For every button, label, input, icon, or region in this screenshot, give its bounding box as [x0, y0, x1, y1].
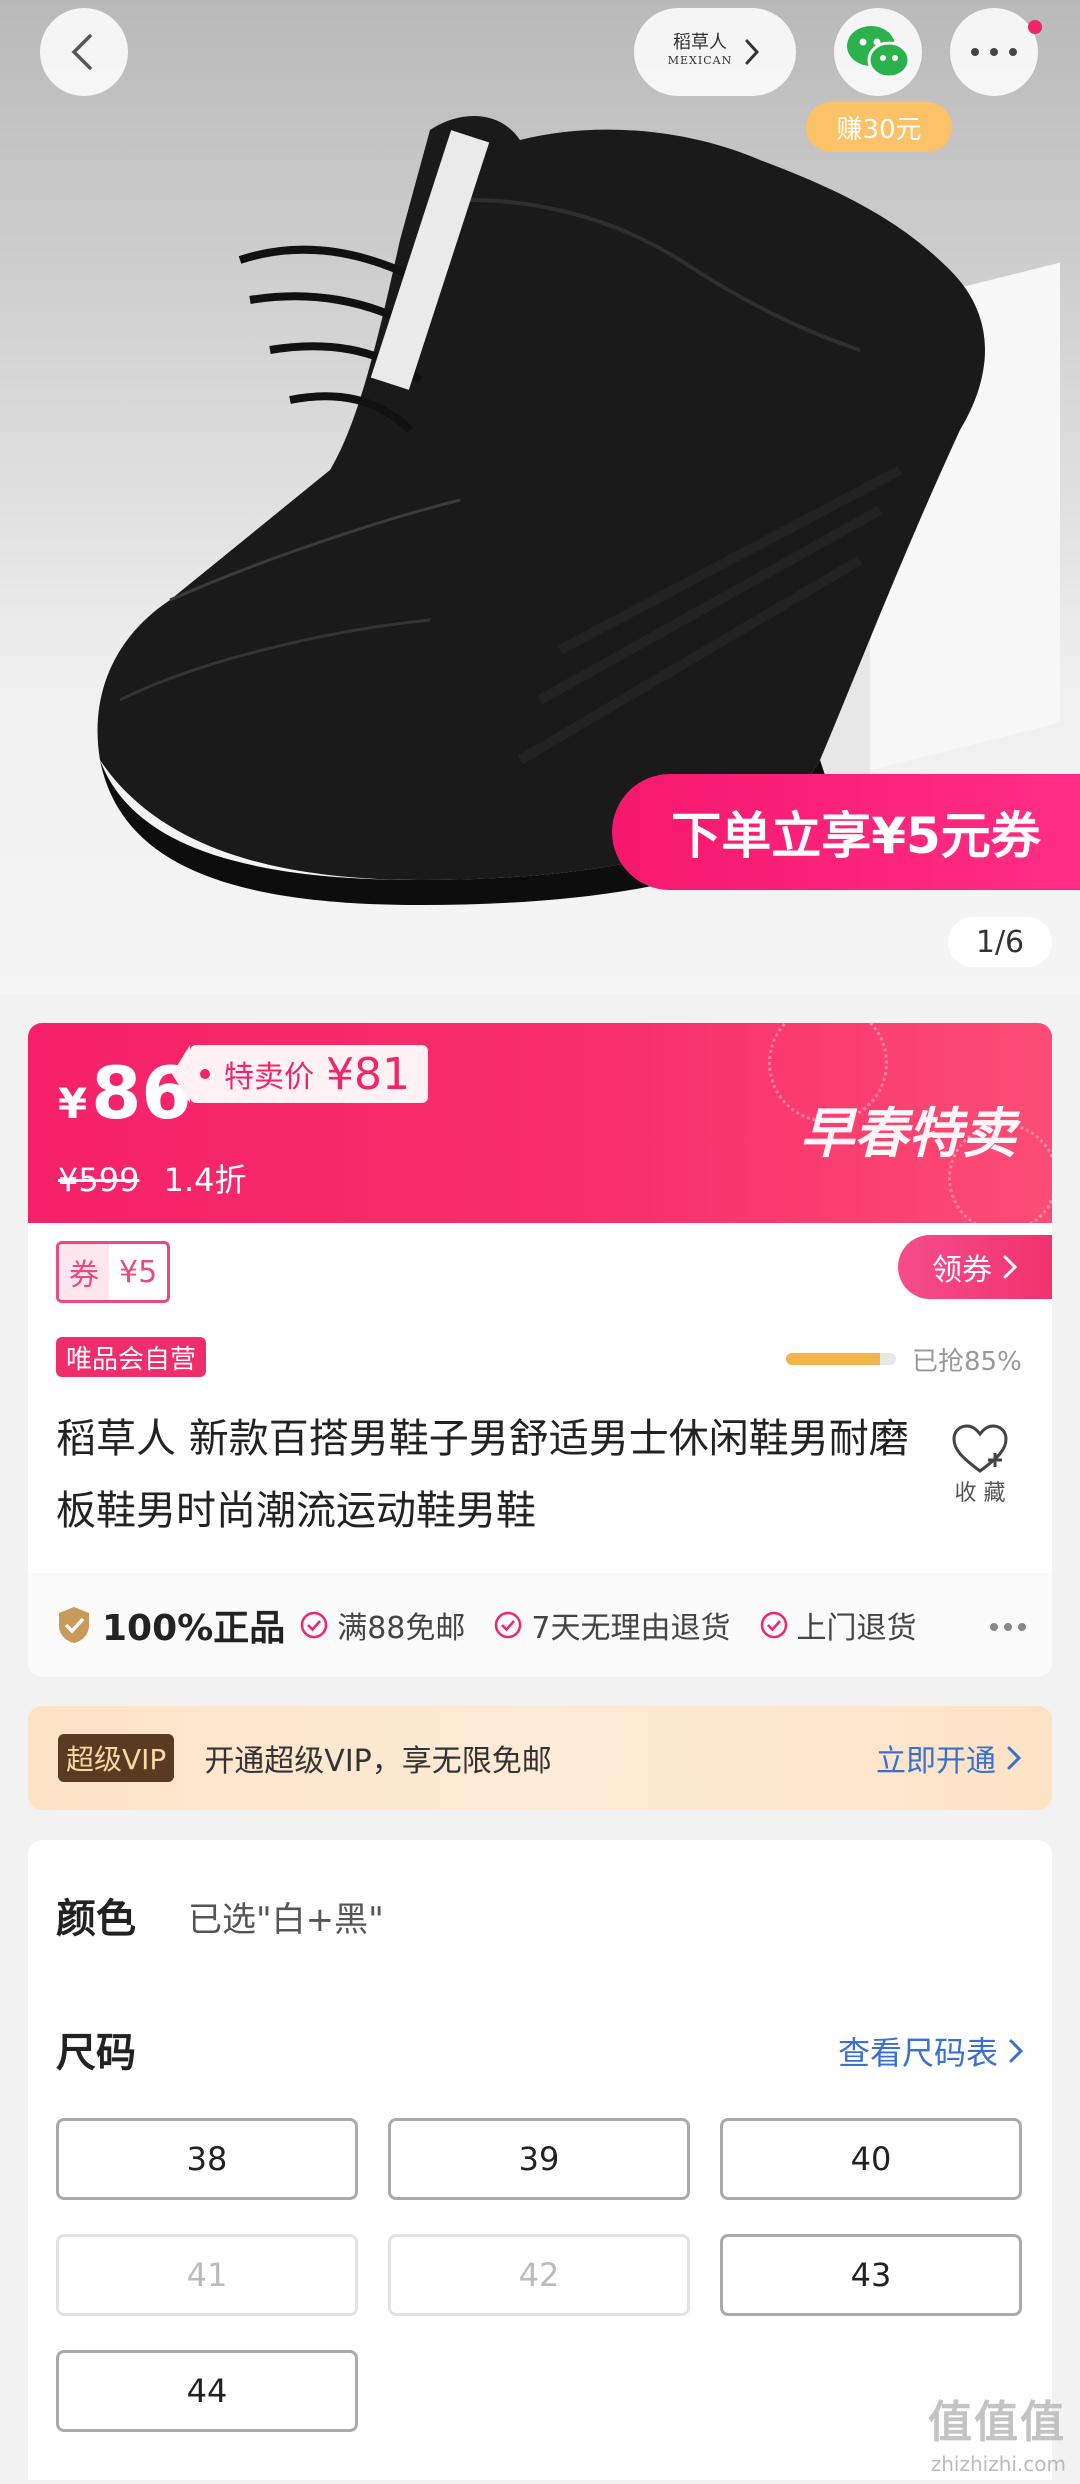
price-banner: ¥86 特卖价 ¥81 ¥599 1.4折 早春特卖 [28, 1023, 1052, 1223]
selected-color[interactable]: 已选"白+黑" [188, 1892, 384, 1941]
spec-selector: 颜色 已选"白+黑" 尺码 查看尺码表 38 39 40 41 42 43 44 [28, 1840, 1052, 2480]
shield-check-icon [59, 1607, 89, 1643]
tag-dot [200, 1069, 210, 1079]
coupon-label: 券 [59, 1244, 109, 1300]
chevron-right-icon [1003, 1255, 1018, 1279]
chevron-right-icon [745, 39, 760, 65]
original-price-line: ¥599 1.4折 [58, 1155, 247, 1201]
more-button[interactable] [950, 8, 1042, 96]
original-price: ¥599 [58, 1161, 140, 1199]
size-option[interactable]: 40 [720, 2118, 1022, 2200]
guarantee-bar[interactable]: 100%正品 满88免邮 7天无理由退货 上门退货 [28, 1573, 1052, 1677]
guarantee-item: 7天无理由退货 [493, 1603, 731, 1647]
size-option-disabled: 41 [56, 2234, 358, 2316]
coupon-chip[interactable]: 券 ¥5 [56, 1241, 171, 1303]
self-operated-badge: 唯品会自营 [56, 1337, 207, 1377]
open-vip-link[interactable]: 立即开通 [876, 1736, 1022, 1780]
share-wechat-button[interactable] [834, 8, 922, 96]
color-label: 颜色 [56, 1896, 136, 1942]
check-circle-icon [760, 1611, 787, 1639]
get-coupon-label: 领券 [932, 1253, 992, 1288]
product-image-carousel[interactable]: 稻草人 MEXICAN 赚30元 下单立享¥5元券 1/6 [0, 0, 1080, 995]
sales-progress-fill [786, 1353, 880, 1365]
size-option[interactable]: 44 [56, 2350, 358, 2432]
brand-logo: 稻草人 MEXICAN [667, 32, 733, 68]
super-vip-badge: 超级VIP [58, 1734, 175, 1782]
image-pager: 1/6 [948, 917, 1052, 967]
chevron-left-icon [71, 34, 92, 70]
super-vip-text: 开通超级VIP，享无限免邮 [204, 1744, 552, 1779]
authentic-guarantee: 100%正品 [102, 1608, 286, 1649]
notification-dot [1028, 20, 1042, 34]
size-option[interactable]: 38 [56, 2118, 358, 2200]
product-info-card: ¥86 特卖价 ¥81 ¥599 1.4折 早春特卖 券 ¥5 领券 唯品会自营… [28, 1023, 1052, 1677]
special-price-tag: 特卖价 ¥81 [172, 1045, 428, 1103]
check-circle-icon [495, 1611, 522, 1639]
check-circle-icon [300, 1611, 328, 1639]
watermark-url: zhizhizhi.com [930, 2452, 1066, 2476]
get-coupon-button[interactable]: 领券 [898, 1235, 1052, 1299]
earn-reward-badge[interactable]: 赚30元 [806, 102, 952, 152]
season-sale-title: 早春特卖 [800, 1102, 1016, 1165]
favorite-label: 收 藏 [954, 1481, 1006, 1506]
size-option[interactable]: 43 [720, 2234, 1022, 2316]
order-coupon-banner: 下单立享¥5元券 [612, 774, 1080, 890]
chevron-right-icon [1009, 2039, 1024, 2063]
brand-store-button[interactable]: 稻草人 MEXICAN [634, 8, 796, 96]
more-dots-icon[interactable] [990, 1623, 1026, 1631]
wechat-icon [847, 26, 911, 79]
sales-progress-text: 已抢85% [912, 1347, 1022, 1377]
back-button[interactable] [40, 8, 128, 96]
more-dots-icon [971, 48, 1017, 56]
size-option-disabled: 42 [388, 2234, 690, 2316]
size-chart-link[interactable]: 查看尺码表 [838, 2028, 1024, 2074]
super-vip-bar[interactable]: 超级VIP 开通超级VIP，享无限免邮 立即开通 [28, 1706, 1052, 1810]
size-options: 38 39 40 41 42 43 44 [56, 2118, 1026, 2432]
heart-plus-icon [952, 1424, 1008, 1473]
sales-progress-bar [786, 1353, 896, 1365]
size-label: 尺码 [56, 2030, 136, 2076]
discount-rate: 1.4折 [163, 1161, 247, 1199]
favorite-button[interactable]: 收 藏 [950, 1423, 1010, 1507]
guarantee-item: 上门退货 [759, 1603, 917, 1647]
product-title: 稻草人 新款百搭男鞋子男舒适男士休闲鞋男耐磨板鞋男时尚潮流运动鞋男鞋 [56, 1416, 909, 1534]
size-option[interactable]: 39 [388, 2118, 690, 2200]
guarantee-item: 满88免邮 [299, 1603, 465, 1647]
chevron-right-icon [1007, 1746, 1022, 1770]
coupon-amount: ¥5 [119, 1254, 158, 1290]
watermark: 值值值 [928, 2397, 1066, 2448]
